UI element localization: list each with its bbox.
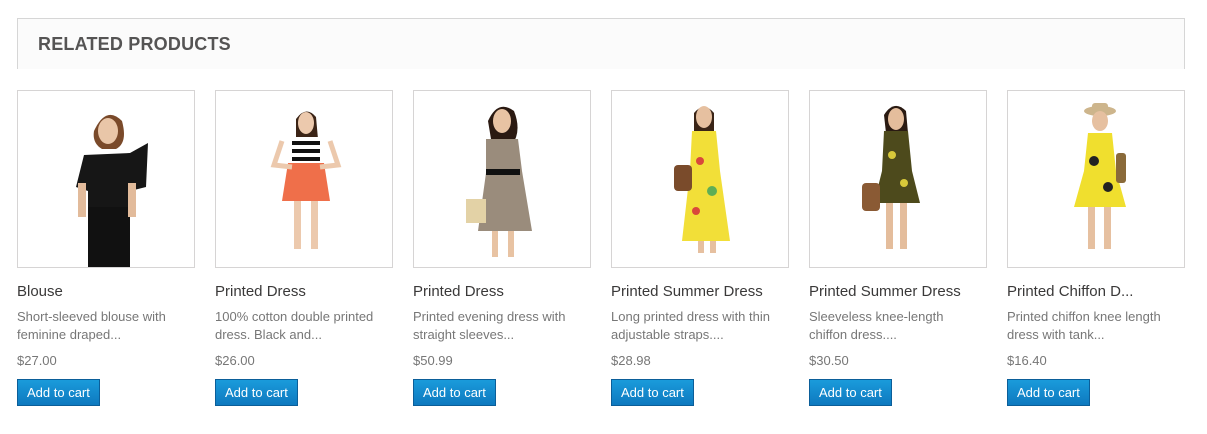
product-description: Long printed dress with thin adjustable …: [611, 309, 770, 342]
model-olive-chiffon-dress: [862, 105, 920, 249]
model-long-yellow-dress: [674, 106, 730, 253]
add-to-cart-button[interactable]: Add to cart: [611, 379, 694, 406]
product-image[interactable]: [17, 90, 195, 268]
product-card: Printed Summer Dress Sleeveless knee-len…: [809, 90, 987, 406]
model-printed-evening-dress: [466, 106, 532, 257]
product-name-link[interactable]: Printed Chiffon D...: [1007, 283, 1185, 301]
product-name-link[interactable]: Printed Dress: [215, 283, 393, 301]
product-description: 100% cotton double printed dress. Black …: [215, 309, 374, 342]
product-image[interactable]: [413, 90, 591, 268]
model-striped-top-orange-skirt: [270, 111, 342, 249]
product-card: Printed Dress Printed evening dress with…: [413, 90, 591, 406]
product-price: $50.99: [413, 353, 453, 368]
product-name-link[interactable]: Printed Dress: [413, 283, 591, 301]
product-image[interactable]: [215, 90, 393, 268]
product-price: $28.98: [611, 353, 651, 368]
product-price: $16.40: [1007, 353, 1047, 368]
product-name-link[interactable]: Blouse: [17, 283, 195, 301]
product-name-link[interactable]: Printed Summer Dress: [611, 283, 789, 301]
product-image[interactable]: [809, 90, 987, 268]
model-black-blouse: [76, 114, 148, 267]
product-price: $27.00: [17, 353, 57, 368]
product-description: Short-sleeved blouse with feminine drape…: [17, 309, 166, 342]
product-price: $26.00: [215, 353, 255, 368]
add-to-cart-button[interactable]: Add to cart: [215, 379, 298, 406]
product-name-link[interactable]: Printed Summer Dress: [809, 283, 987, 301]
product-description: Printed evening dress with straight slee…: [413, 309, 566, 342]
product-image[interactable]: [611, 90, 789, 268]
add-to-cart-button[interactable]: Add to cart: [1007, 379, 1090, 406]
product-description: Printed chiffon knee length dress with t…: [1007, 309, 1161, 342]
product-card: Printed Dress 100% cotton double printed…: [215, 90, 393, 406]
related-products-header: RELATED PRODUCTS: [17, 18, 1185, 69]
product-price: $30.50: [809, 353, 849, 368]
product-card: Blouse Short-sleeved blouse with feminin…: [17, 90, 195, 406]
product-card: Printed Summer Dress Long printed dress …: [611, 90, 789, 406]
product-image[interactable]: [1007, 90, 1185, 268]
add-to-cart-button[interactable]: Add to cart: [17, 379, 100, 406]
product-card: Printed Chiffon D... Printed chiffon kne…: [1007, 90, 1185, 406]
add-to-cart-button[interactable]: Add to cart: [809, 379, 892, 406]
add-to-cart-button[interactable]: Add to cart: [413, 379, 496, 406]
product-description: Sleeveless knee-length chiffon dress....: [809, 309, 944, 342]
model-yellow-chiffon-dress-hat: [1074, 103, 1126, 249]
section-title: RELATED PRODUCTS: [38, 34, 231, 54]
